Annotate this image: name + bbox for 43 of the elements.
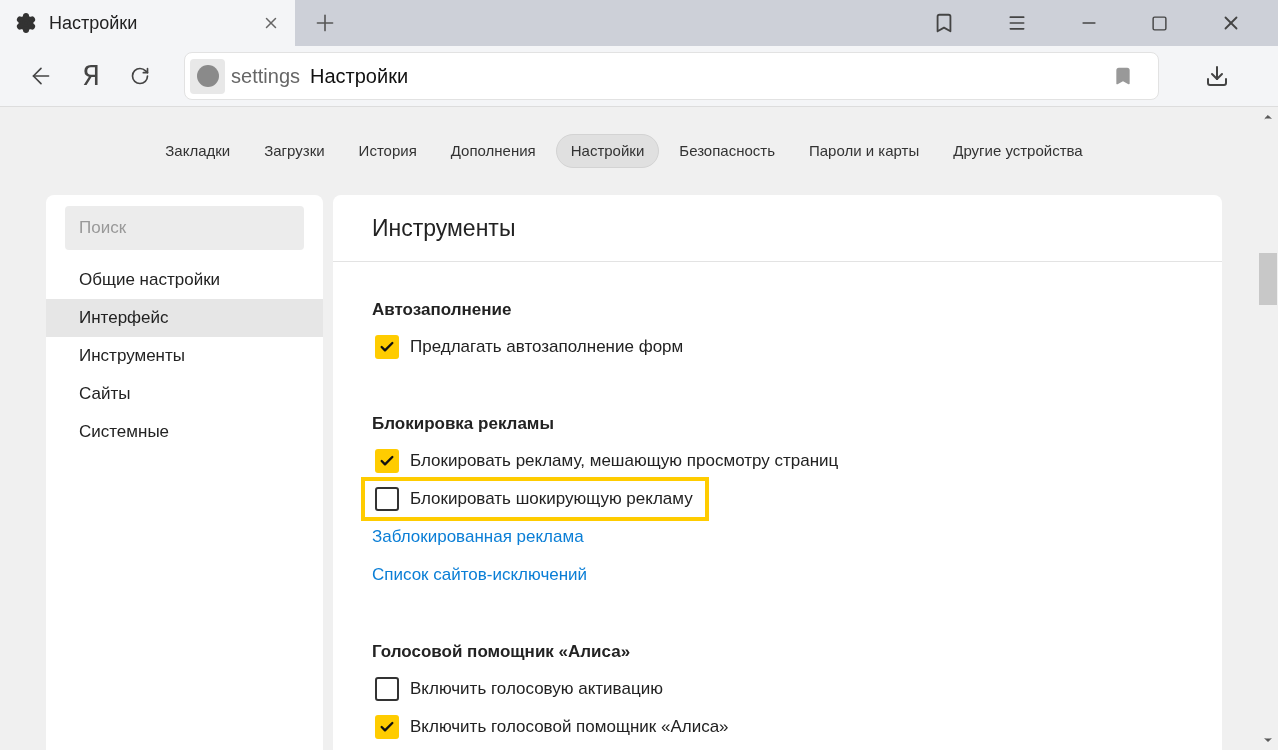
nav-tab[interactable]: Закладки (151, 134, 245, 168)
download-icon[interactable] (1205, 64, 1230, 88)
sidebar-item[interactable]: Инструменты (46, 337, 323, 375)
browser-tab[interactable]: Настройки (0, 0, 295, 46)
checkbox-label: Блокировать шокирующую рекламу (410, 488, 693, 511)
sidebar-item[interactable]: Общие настройки (46, 261, 323, 299)
settings-link[interactable]: Список сайтов-исключений (372, 562, 588, 588)
nav-tab[interactable]: Дополнения (436, 134, 550, 168)
nav-tab[interactable]: Пароли и карты (795, 134, 934, 168)
scrollbar-thumb[interactable] (1259, 252, 1277, 305)
nav-tab[interactable]: Загрузки (250, 134, 339, 168)
checkbox-label: Блокировать рекламу, мешающую просмотру страниц (410, 450, 839, 473)
section-heading: Блокировка рекламы (372, 413, 555, 435)
site-icon (190, 58, 226, 94)
address-bar[interactable]: settings Настройки (184, 52, 1160, 100)
settings-link[interactable]: Заблокированная реклама (372, 524, 584, 550)
tab-title: Настройки (49, 11, 139, 35)
sidebar-item[interactable]: Интерфейс (46, 299, 323, 337)
nav-tab[interactable]: Безопасность (665, 134, 789, 168)
sidebar-item[interactable]: Системные (46, 413, 323, 451)
menu-icon[interactable] (1007, 13, 1027, 33)
checkbox[interactable] (375, 677, 399, 701)
checkbox[interactable] (375, 487, 399, 511)
address-title: Настройки (310, 64, 409, 89)
checkbox-label: Предлагать автозаполнение форм (410, 336, 684, 359)
checkbox-label: Включить голосовую активацию (410, 678, 663, 701)
section-heading: Голосовой помощник «Алиса» (372, 641, 632, 663)
settings-icon (15, 12, 37, 34)
nav-tab[interactable]: Настройки (555, 133, 660, 169)
yandex-logo[interactable]: Я (82, 56, 101, 96)
checkbox-label: Включить голосовой помощник «Алиса» (410, 716, 729, 739)
address-prefix: settings (231, 64, 300, 89)
nav-tab[interactable]: История (344, 134, 431, 168)
checkbox[interactable] (375, 335, 399, 359)
section-heading: Автозаполнение (372, 299, 513, 321)
checkbox[interactable] (375, 715, 399, 739)
panel-title: Инструменты (372, 213, 516, 243)
reload-icon[interactable] (130, 66, 151, 86)
nav-tab[interactable]: Другие устройства (939, 134, 1097, 168)
maximize-icon[interactable] (1151, 14, 1168, 32)
checkbox[interactable] (375, 449, 399, 473)
sidebar-item[interactable]: Сайты (46, 375, 323, 413)
search-field[interactable]: Поиск (65, 206, 304, 250)
